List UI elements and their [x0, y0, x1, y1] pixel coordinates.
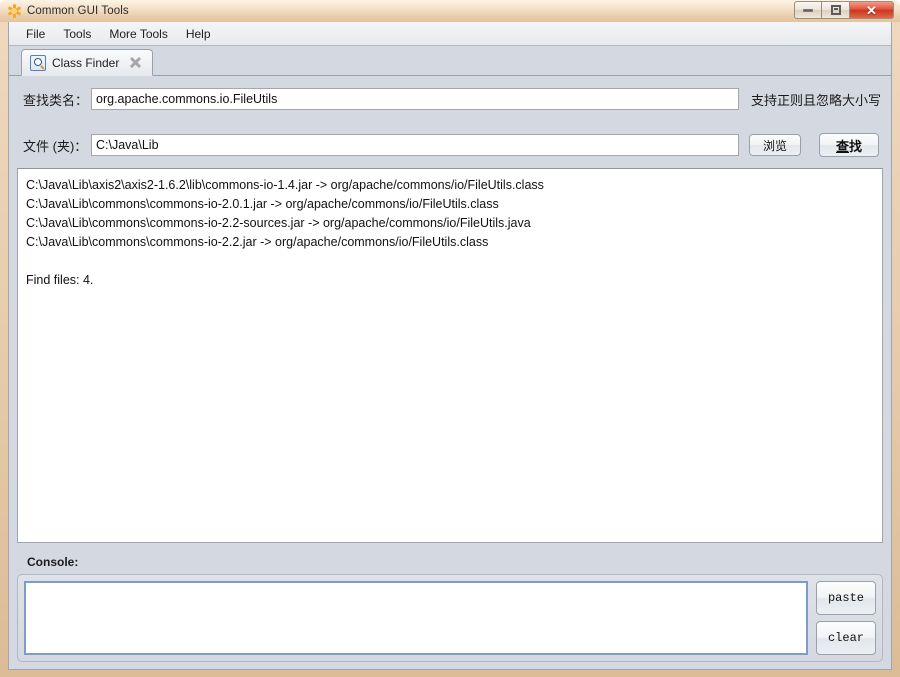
- regex-hint-text: 支持正则且忽略大小写: [751, 92, 882, 108]
- folder-row: 文件 (夹)： 浏览 查找: [17, 122, 883, 168]
- minimize-icon: [803, 8, 813, 12]
- result-line-blank: [26, 252, 874, 271]
- menu-item-more-tools[interactable]: More Tools: [100, 24, 176, 44]
- minimize-button[interactable]: [794, 1, 822, 19]
- title-bar: Common GUI Tools ✕: [0, 0, 900, 22]
- window-controls: ✕: [794, 1, 894, 19]
- tab-close-icon[interactable]: [129, 56, 142, 69]
- class-name-label: 查找类名：: [23, 92, 89, 108]
- result-summary-line: Find files: 4.: [26, 273, 94, 287]
- console-box: paste clear: [17, 574, 883, 662]
- browse-button[interactable]: 浏览: [749, 134, 801, 156]
- app-asterisk-icon: [6, 3, 22, 19]
- class-name-input[interactable]: [91, 88, 739, 110]
- search-button-rest: 找: [849, 138, 863, 154]
- result-line: C:\Java\Lib\commons\commons-io-2.2-sourc…: [26, 216, 531, 230]
- folder-label: 文件 (夹)：: [23, 138, 88, 154]
- result-line: C:\Java\Lib\commons\commons-io-2.2.jar -…: [26, 235, 489, 249]
- window-title: Common GUI Tools: [27, 5, 129, 17]
- search-button[interactable]: 查找: [819, 133, 879, 157]
- menu-bar: File Tools More Tools Help: [9, 22, 891, 46]
- tab-content-panel: 查找类名： 支持正则且忽略大小写 文件 (夹)： 浏览 查找 C:\Java\L…: [9, 76, 891, 551]
- application-window: Common GUI Tools ✕ File Tools More Tools…: [0, 0, 900, 677]
- maximize-icon: [830, 5, 841, 15]
- search-button-mnemonic: 查: [835, 138, 849, 154]
- paste-button[interactable]: paste: [816, 581, 876, 615]
- menu-item-tools[interactable]: Tools: [54, 24, 100, 44]
- magnifier-icon: [30, 54, 46, 71]
- tab-class-finder[interactable]: Class Finder: [21, 49, 154, 76]
- maximize-button[interactable]: [822, 1, 850, 19]
- results-output-panel[interactable]: C:\Java\Lib\axis2\axis2-1.6.2\lib\common…: [17, 168, 883, 543]
- menu-item-file[interactable]: File: [17, 24, 54, 44]
- menu-item-help[interactable]: Help: [177, 24, 220, 44]
- console-label: Console:: [27, 555, 79, 569]
- console-area: Console: paste clear: [9, 551, 891, 669]
- client-area: File Tools More Tools Help Class Finder …: [8, 22, 892, 670]
- close-window-button[interactable]: ✕: [850, 1, 894, 19]
- folder-input[interactable]: [91, 134, 739, 156]
- console-input[interactable]: [24, 581, 808, 655]
- tab-label: Class Finder: [52, 55, 120, 70]
- result-line: C:\Java\Lib\axis2\axis2-1.6.2\lib\common…: [26, 178, 544, 192]
- tab-strip: Class Finder: [9, 46, 891, 76]
- result-line: C:\Java\Lib\commons\commons-io-2.0.1.jar…: [26, 197, 499, 211]
- class-name-row: 查找类名： 支持正则且忽略大小写: [17, 76, 883, 122]
- console-button-group: paste clear: [816, 581, 876, 655]
- clear-button[interactable]: clear: [816, 621, 876, 655]
- close-icon: ✕: [866, 2, 877, 18]
